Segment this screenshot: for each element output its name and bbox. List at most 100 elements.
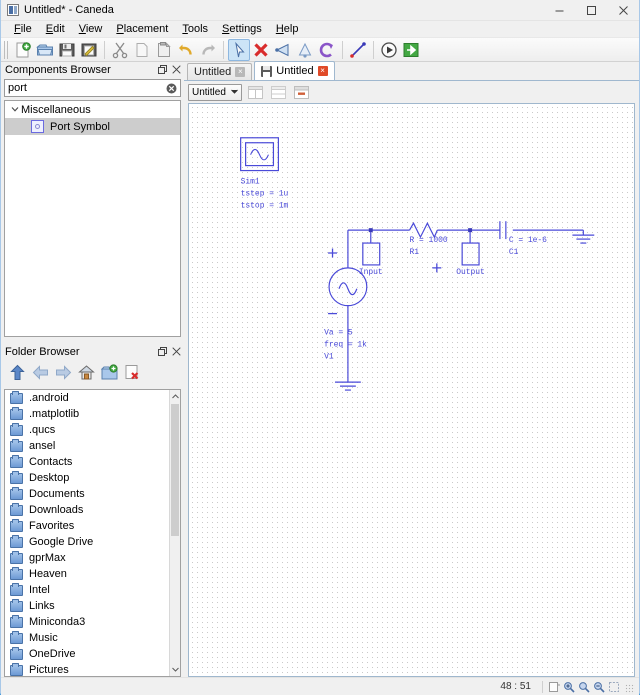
menu-settings[interactable]: Settings <box>215 21 269 37</box>
menu-help[interactable]: Help <box>269 21 306 37</box>
undo-arrow-icon[interactable] <box>175 39 197 61</box>
document-selector-value: Untitled <box>192 86 226 98</box>
folder-list-item-label: Heaven <box>29 568 67 580</box>
folder-list-item[interactable]: ansel <box>5 438 180 454</box>
folder-list-item[interactable]: Intel <box>5 582 180 598</box>
copy-icon[interactable] <box>131 39 153 61</box>
delete-cross-icon[interactable] <box>250 39 272 61</box>
menu-tools-rest: ools <box>187 23 209 35</box>
tab-close-icon[interactable]: × <box>235 67 246 77</box>
select-pointer-icon[interactable] <box>228 38 250 61</box>
folder-list-item-label: Music <box>29 632 58 644</box>
new-document-icon[interactable] <box>12 39 34 61</box>
components-browser-close-icon[interactable] <box>172 64 181 75</box>
folder-list-item[interactable]: .qucs <box>5 422 180 438</box>
folder-list-item[interactable]: OneDrive <box>5 646 180 662</box>
tab-close-icon[interactable]: × <box>317 66 328 76</box>
scrollbar-thumb[interactable] <box>171 404 179 536</box>
redo-arrow-icon[interactable] <box>197 39 219 61</box>
open-folder-icon[interactable] <box>34 39 56 61</box>
simulate-play-icon[interactable] <box>378 39 400 61</box>
document-selector-combo[interactable]: Untitled <box>188 83 242 101</box>
folder-list-item[interactable]: Favorites <box>5 518 180 534</box>
forward-arrow-icon[interactable] <box>55 364 72 384</box>
menu-help-rest: elp <box>283 23 299 35</box>
tree-item-port-symbol[interactable]: Port Symbol <box>5 118 180 135</box>
folder-list-item[interactable]: Heaven <box>5 566 180 582</box>
tab-label: Untitled <box>276 65 314 77</box>
folder-list-item[interactable]: Music <box>5 630 180 646</box>
tab-untitled-1[interactable]: Untitled × <box>187 63 253 80</box>
save-icon[interactable] <box>56 39 78 61</box>
folder-list-item[interactable]: Links <box>5 598 180 614</box>
folder-list-item[interactable]: Miniconda3 <box>5 614 180 630</box>
clear-icon[interactable] <box>166 83 177 94</box>
folder-list-item[interactable]: Documents <box>5 486 180 502</box>
up-arrow-icon[interactable] <box>9 364 26 384</box>
scroll-up-icon[interactable] <box>170 390 180 403</box>
zoom-original-icon[interactable] <box>576 679 591 694</box>
search-input-wrapper[interactable] <box>4 79 181 97</box>
maximize-button[interactable] <box>575 0 607 21</box>
folder-icon <box>10 406 23 420</box>
rotate-icon[interactable] <box>316 39 338 61</box>
folder-list-scrollbar[interactable] <box>169 390 180 676</box>
folder-list-item[interactable]: Downloads <box>5 502 180 518</box>
scroll-down-icon[interactable] <box>170 663 180 676</box>
save-as-icon[interactable] <box>78 39 100 61</box>
close-split-icon[interactable] <box>292 84 311 101</box>
tree-group-miscellaneous[interactable]: Miscellaneous <box>5 101 180 118</box>
mirror-x-icon[interactable] <box>272 39 294 61</box>
back-arrow-icon[interactable] <box>32 364 49 384</box>
close-button[interactable] <box>607 0 639 21</box>
minimize-button[interactable] <box>543 0 575 21</box>
home-icon[interactable] <box>78 364 95 384</box>
toolbar-grip[interactable] <box>4 40 9 59</box>
folder-list-item-label: .android <box>29 392 69 404</box>
folder-icon <box>10 630 23 644</box>
folder-list-item[interactable]: .android <box>5 390 180 406</box>
folder-browser-close-icon[interactable] <box>172 346 181 357</box>
menu-tools[interactable]: Tools <box>175 21 215 37</box>
folder-list-item[interactable]: Pictures <box>5 662 180 676</box>
folder-list-item[interactable]: Desktop <box>5 470 180 486</box>
mirror-y-icon[interactable] <box>294 39 316 61</box>
split-horizontal-icon[interactable] <box>269 84 288 101</box>
resize-grip-icon[interactable] <box>625 684 635 694</box>
split-vertical-icon[interactable] <box>246 84 265 101</box>
folder-list-item-label: Favorites <box>29 520 75 532</box>
components-browser-float-icon[interactable] <box>158 64 167 75</box>
folder-list-item[interactable]: .matplotlib <box>5 406 180 422</box>
folder-list-item-label: Intel <box>29 584 50 596</box>
tab-untitled-2[interactable]: Untitled × <box>254 61 335 80</box>
menu-file[interactable]: File <box>7 21 39 37</box>
chevron-down-icon[interactable] <box>231 89 238 96</box>
folder-list-item[interactable]: Contacts <box>5 454 180 470</box>
zoom-select-icon[interactable] <box>606 679 621 694</box>
chevron-down-icon[interactable] <box>9 105 21 115</box>
components-tree[interactable]: Miscellaneous Port Symbol <box>4 100 181 337</box>
folder-list-item-label: Documents <box>29 488 85 500</box>
zoom-out-icon[interactable] <box>591 679 606 694</box>
zoom-in-icon[interactable] <box>561 679 576 694</box>
components-browser-title-bar: Components Browser <box>1 62 184 77</box>
wire-icon[interactable] <box>347 39 369 61</box>
open-simulation-icon[interactable] <box>400 39 422 61</box>
folder-icon <box>10 582 23 596</box>
menu-placement[interactable]: Placement <box>109 21 175 37</box>
folder-list-item[interactable]: gprMax <box>5 550 180 566</box>
paste-icon[interactable] <box>153 39 175 61</box>
folder-browser-float-icon[interactable] <box>158 346 167 357</box>
menu-edit[interactable]: Edit <box>39 21 72 37</box>
search-input[interactable] <box>5 80 180 96</box>
folder-list-item[interactable]: Google Drive <box>5 534 180 550</box>
new-folder-icon[interactable] <box>100 364 118 384</box>
schematic-canvas[interactable]: Sim1 tstep = 1u tstop = 1m Va = 5 freq =… <box>188 103 635 677</box>
zoom-fit-icon[interactable] <box>546 679 561 694</box>
window-controls <box>543 0 639 21</box>
menu-view[interactable]: View <box>72 21 110 37</box>
delete-file-icon[interactable] <box>124 364 141 384</box>
cut-scissors-icon[interactable] <box>109 39 131 61</box>
folder-list[interactable]: .android .matplotlib .qucs ansel Contacts Des… <box>4 389 181 677</box>
folder-list-item-label: Miniconda3 <box>29 616 86 628</box>
